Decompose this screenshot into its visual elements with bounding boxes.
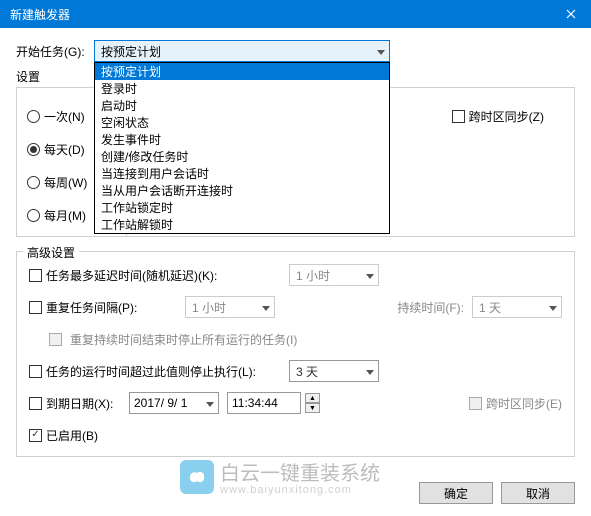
close-icon [566, 9, 576, 19]
watermark: 白云一键重装系统 www.baiyunxitong.com [180, 457, 380, 496]
repeat-check[interactable]: 重复任务间隔(P): [29, 299, 159, 316]
close-button[interactable] [551, 0, 591, 28]
chevron-down-icon [377, 44, 385, 58]
expire-check[interactable]: 到期日期(X): [29, 395, 129, 412]
watermark-text: 白云一键重装系统 [220, 457, 380, 486]
watermark-logo-icon [180, 460, 214, 494]
stop-after-check[interactable]: 任务的运行时间超过此值则停止执行(L): [29, 363, 289, 380]
dropdown-option[interactable]: 创建/修改任务时 [95, 148, 389, 165]
title-bar: 新建触发器 [0, 0, 591, 28]
begin-task-dropdown: 按预定计划登录时启动时空闲状态发生事件时创建/修改任务时当连接到用户会话时当从用… [94, 62, 390, 234]
chevron-down-icon [262, 300, 270, 314]
expire-date-input[interactable]: 2017/ 9/ 1 [129, 392, 219, 414]
watermark-url: www.baiyunxitong.com [220, 484, 380, 496]
dropdown-option[interactable]: 发生事件时 [95, 131, 389, 148]
dialog-footer: 确定 取消 [419, 482, 575, 504]
checkbox-icon [452, 110, 465, 123]
window-title: 新建触发器 [10, 6, 581, 23]
repeat-combo[interactable]: 1 小时 [185, 296, 275, 318]
time-spinner[interactable]: ▲ ▼ [305, 393, 320, 413]
begin-task-label: 开始任务(G): [16, 43, 94, 60]
chevron-down-icon [549, 300, 557, 314]
chevron-down-icon [366, 268, 374, 282]
spin-down-icon[interactable]: ▼ [305, 403, 320, 413]
chevron-down-icon [206, 396, 214, 410]
advanced-fieldset: 高级设置 任务最多延迟时间(随机延迟)(K): 1 小时 重复任务间隔(P): … [16, 251, 575, 457]
begin-task-combo[interactable]: 按预定计划 按预定计划登录时启动时空闲状态发生事件时创建/修改任务时当连接到用户… [94, 40, 390, 62]
dropdown-option[interactable]: 工作站锁定时 [95, 199, 389, 216]
advanced-legend: 高级设置 [23, 244, 79, 261]
dropdown-option[interactable]: 工作站解锁时 [95, 216, 389, 233]
duration-combo[interactable]: 1 天 [472, 296, 562, 318]
delay-combo[interactable]: 1 小时 [289, 264, 379, 286]
dropdown-option[interactable]: 启动时 [95, 97, 389, 114]
combo-selected-text: 按预定计划 [101, 43, 161, 60]
dropdown-option[interactable]: 空闲状态 [95, 114, 389, 131]
dropdown-option[interactable]: 当从用户会话断开连接时 [95, 182, 389, 199]
sync-timezone-check[interactable]: 跨时区同步(Z) [452, 108, 544, 125]
stop-all-check: 重复持续时间结束时停止所有运行的任务(I) [29, 331, 297, 348]
dropdown-option[interactable]: 登录时 [95, 80, 389, 97]
stop-after-combo[interactable]: 3 天 [289, 360, 379, 382]
delay-check[interactable]: 任务最多延迟时间(随机延迟)(K): [29, 267, 289, 284]
spin-up-icon[interactable]: ▲ [305, 393, 320, 403]
dropdown-option[interactable]: 按预定计划 [95, 63, 389, 80]
chevron-down-icon [366, 364, 374, 378]
enabled-check[interactable]: 已启用(B) [29, 427, 98, 444]
duration-label: 持续时间(F): [397, 299, 464, 316]
ok-button[interactable]: 确定 [419, 482, 493, 504]
expire-time-input[interactable]: 11:34:44 [227, 392, 301, 414]
cancel-button[interactable]: 取消 [501, 482, 575, 504]
sync-tz2-check[interactable]: 跨时区同步(E) [469, 395, 562, 412]
dropdown-option[interactable]: 当连接到用户会话时 [95, 165, 389, 182]
